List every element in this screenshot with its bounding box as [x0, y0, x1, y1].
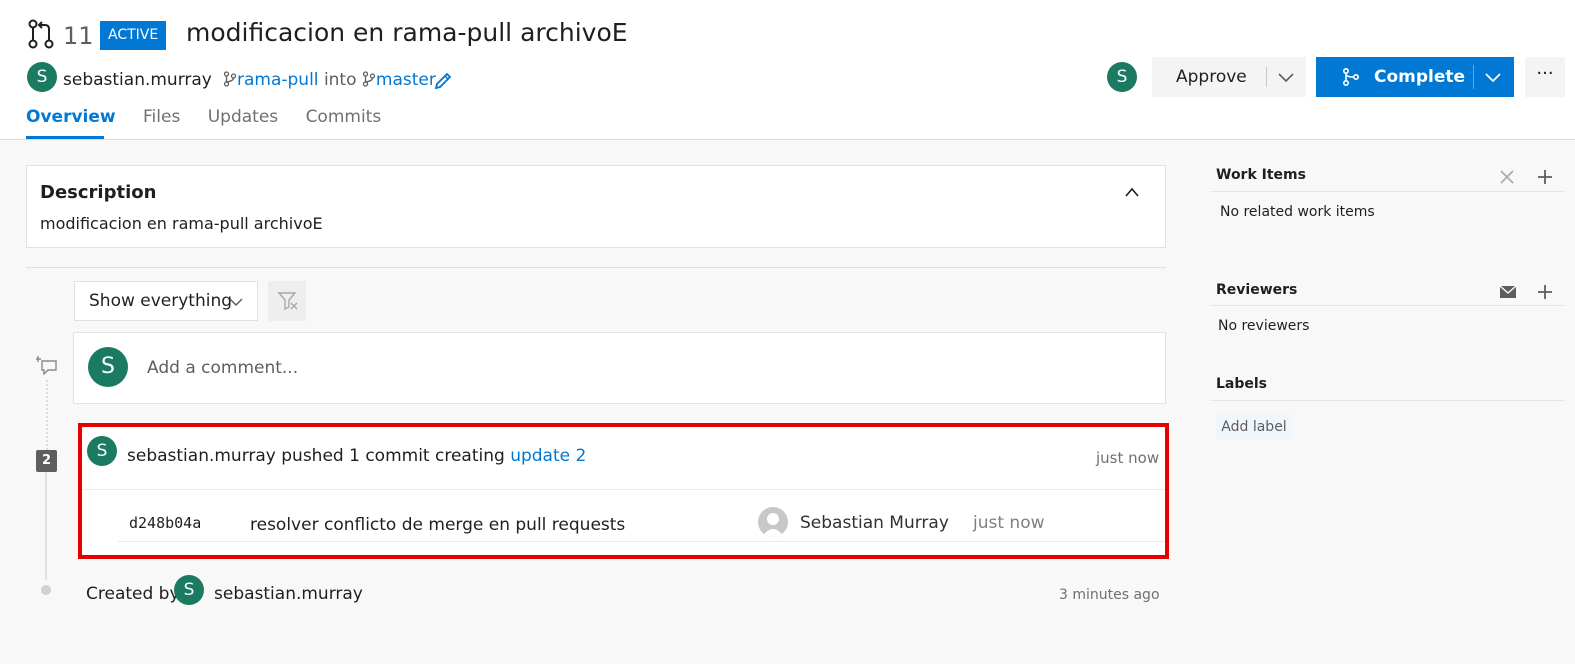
- chevron-down-icon: [229, 298, 243, 307]
- timeline-connector: [46, 380, 48, 450]
- status-badge: ACTIVE: [100, 21, 167, 50]
- push-summary: sebastian.murray pushed 1 commit creatin…: [127, 446, 586, 466]
- tab-bar: Overview Files Updates Commits: [26, 107, 403, 127]
- add-label-button[interactable]: Add label: [1216, 414, 1292, 440]
- filter-clear-icon: [277, 292, 298, 311]
- commit-author: Sebastian Murray: [800, 513, 949, 533]
- pusher-avatar[interactable]: S: [87, 436, 117, 466]
- add-icon[interactable]: [1536, 168, 1554, 186]
- edit-pencil-icon[interactable]: [433, 71, 453, 91]
- tab-files[interactable]: Files: [143, 107, 180, 127]
- pull-request-icon: [28, 19, 54, 49]
- chevron-up-icon[interactable]: [1124, 186, 1140, 198]
- add-comment-box[interactable]: S Add a comment...: [73, 332, 1166, 404]
- push-time: just now: [1096, 449, 1160, 467]
- commit-message[interactable]: resolver conflicto de merge en pull requ…: [250, 515, 625, 535]
- activity-filter-dropdown[interactable]: Show everything: [74, 281, 258, 321]
- update-link[interactable]: update 2: [510, 446, 586, 466]
- complete-label: Complete: [1374, 67, 1466, 87]
- approve-separator: [1266, 67, 1267, 87]
- reviewers-title: Reviewers: [1216, 282, 1298, 298]
- comment-input[interactable]: Add a comment...: [147, 358, 298, 378]
- into-text: into: [323, 70, 357, 90]
- reviewers-empty: No reviewers: [1218, 318, 1310, 334]
- branch-icon: [223, 71, 237, 87]
- author-avatar[interactable]: S: [27, 62, 57, 92]
- source-branch-link[interactable]: rama-pull: [237, 70, 319, 90]
- commit-hash[interactable]: d248b04a: [129, 514, 201, 532]
- person-icon: [762, 513, 784, 537]
- approve-button[interactable]: Approve: [1152, 57, 1306, 97]
- push-summary-text: sebastian.murray pushed 1 commit creatin…: [127, 446, 511, 466]
- work-items-rule: [1210, 191, 1565, 192]
- creator-name[interactable]: sebastian.murray: [214, 584, 363, 604]
- tab-selected-indicator: [26, 136, 104, 139]
- complete-separator: [1473, 65, 1474, 89]
- commit-author-avatar: [758, 507, 788, 537]
- filter-selected-value: Show everything: [89, 291, 233, 311]
- clear-filter-button[interactable]: [268, 281, 306, 321]
- chevron-down-icon[interactable]: [1277, 69, 1295, 85]
- section-divider: [26, 267, 1166, 268]
- commit-time: just now: [973, 513, 1045, 533]
- tab-commits[interactable]: Commits: [306, 107, 382, 127]
- author-name[interactable]: sebastian.murray: [63, 70, 212, 90]
- reviewers-rule: [1210, 305, 1565, 306]
- more-options-button[interactable]: ···: [1525, 57, 1565, 97]
- timeline-end-dot: [41, 585, 51, 595]
- chevron-down-icon[interactable]: [1484, 69, 1502, 85]
- add-comment-icon: [36, 356, 57, 375]
- tab-updates[interactable]: Updates: [208, 107, 278, 127]
- complete-button[interactable]: Complete: [1316, 57, 1514, 97]
- labels-rule: [1210, 400, 1565, 401]
- close-icon[interactable]: [1498, 168, 1516, 186]
- pr-number: 11: [63, 22, 94, 50]
- created-by-label: Created by: [86, 584, 180, 604]
- work-items-empty: No related work items: [1220, 204, 1375, 220]
- pr-title: modificacion en rama-pull archivoE: [186, 18, 628, 47]
- update-number-badge: 2: [36, 450, 57, 472]
- approve-label: Approve: [1176, 67, 1247, 87]
- commit-row[interactable]: d248b04a resolver conflicto de merge en …: [118, 490, 1165, 542]
- labels-title: Labels: [1216, 376, 1268, 392]
- target-branch-link[interactable]: master: [376, 70, 436, 90]
- created-time: 3 minutes ago: [1059, 587, 1160, 603]
- mail-icon[interactable]: [1499, 283, 1517, 301]
- add-icon[interactable]: [1536, 283, 1554, 301]
- push-update-card: S sebastian.murray pushed 1 commit creat…: [78, 423, 1169, 559]
- work-items-title: Work Items: [1216, 167, 1306, 183]
- description-title: Description: [40, 182, 157, 203]
- creator-avatar[interactable]: S: [174, 575, 204, 605]
- commenter-avatar: S: [88, 347, 128, 387]
- branch-info: rama-pull into master: [223, 70, 436, 90]
- reviewer-avatar[interactable]: S: [1107, 62, 1137, 92]
- branch-icon: [362, 71, 376, 87]
- description-text: modificacion en rama-pull archivoE: [40, 214, 323, 233]
- timeline-line: [45, 470, 47, 580]
- description-card: Description modificacion en rama-pull ar…: [26, 165, 1166, 248]
- pr-header: 11 ACTIVE modificacion en rama-pull arch…: [0, 0, 1575, 140]
- merge-icon: [1343, 68, 1360, 86]
- tab-overview[interactable]: Overview: [26, 107, 116, 127]
